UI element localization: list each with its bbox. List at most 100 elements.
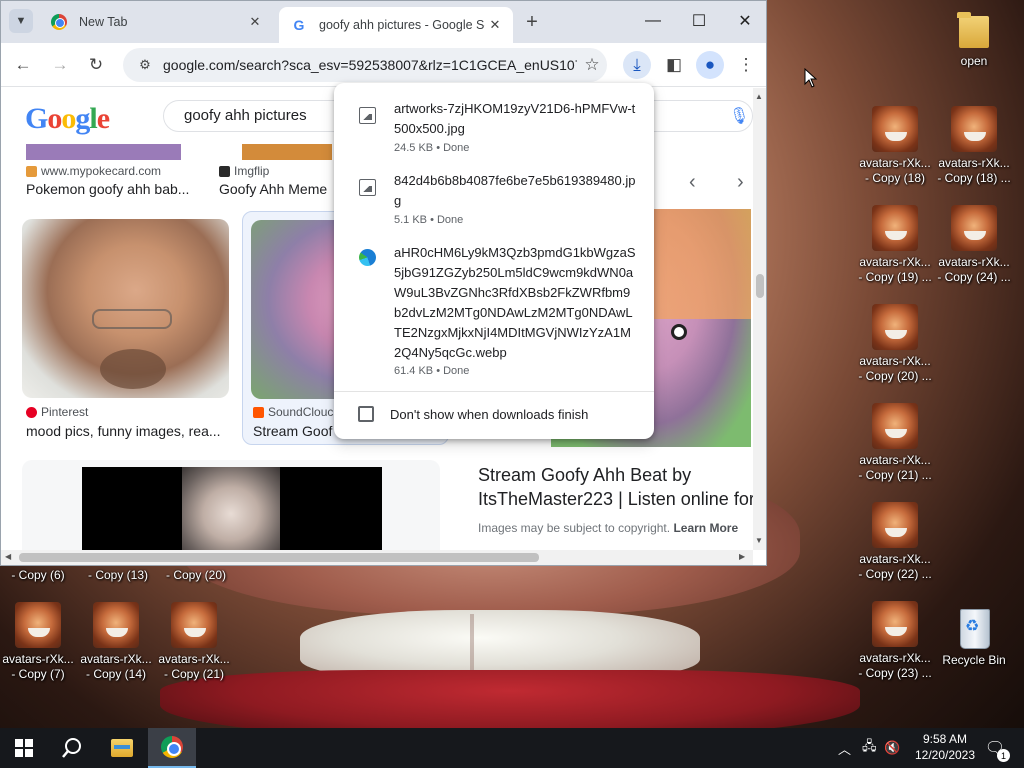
result-title[interactable]: Pokemon goofy ahh bab... bbox=[26, 181, 206, 197]
arrow-left-icon: ← bbox=[14, 55, 32, 74]
back-button[interactable]: ← bbox=[9, 51, 37, 79]
dont-show-label[interactable]: Don't show when downloads finish bbox=[390, 407, 588, 422]
desktop-icon-label: avatars-rXk... bbox=[158, 652, 230, 666]
action-center-button[interactable]: 🗨 1 bbox=[980, 736, 1010, 762]
scroll-right-icon[interactable]: ▶ bbox=[739, 552, 745, 561]
result-source[interactable]: www.mypokecard.com bbox=[26, 164, 161, 178]
scroll-down-icon[interactable]: ▼ bbox=[755, 536, 763, 545]
desktop-icon-avatar[interactable]: avatars-rXk... - Copy (14) bbox=[78, 602, 154, 682]
url-text[interactable]: google.com/search?sca_esv=592538007&rlz=… bbox=[163, 57, 577, 73]
reload-icon: ↻ bbox=[88, 55, 104, 74]
result-title[interactable]: mood pics, funny images, rea... bbox=[26, 423, 226, 439]
minimize-button[interactable]: — bbox=[630, 7, 676, 35]
system-clock[interactable]: 9:58 AM 12/20/2023 bbox=[905, 731, 985, 763]
volume-muted-icon[interactable]: 🔇 bbox=[884, 728, 900, 768]
download-filename: aHR0cHM6Ly9kM3Qzb3pmdG1kbWgzaS5jbG91ZGZy… bbox=[394, 245, 636, 360]
tab-title: New Tab bbox=[79, 15, 128, 29]
show-hidden-icons-button[interactable]: ︿ bbox=[838, 728, 851, 768]
result-title[interactable]: Stream Goof bbox=[253, 423, 333, 439]
downloads-button[interactable]: ⤓ bbox=[623, 51, 651, 79]
desktop-icon-label: - Copy (20) ... bbox=[858, 369, 932, 383]
tab-new-tab[interactable]: New Tab ✕ bbox=[41, 5, 273, 39]
side-panel-button[interactable]: ◧ bbox=[660, 51, 688, 79]
profile-button[interactable]: ● bbox=[696, 51, 724, 79]
address-bar[interactable]: ⚙ google.com/search?sca_esv=592538007&rl… bbox=[123, 48, 607, 82]
tab-google-search[interactable]: G goofy ahh pictures - Google Se ✕ bbox=[279, 7, 513, 43]
window-close-button[interactable]: ✕ bbox=[722, 7, 766, 35]
image-file-icon bbox=[359, 107, 376, 124]
scrollbar-thumb[interactable] bbox=[756, 274, 764, 298]
preview-title[interactable]: Stream Goofy Ahh Beat by ItsTheMaster223… bbox=[478, 463, 753, 511]
close-icon[interactable]: ✕ bbox=[245, 12, 265, 32]
taskbar-file-explorer[interactable] bbox=[98, 728, 146, 768]
forward-button[interactable]: → bbox=[46, 51, 74, 79]
desktop-icon-avatar[interactable]: avatars-rXk... - Copy (7) bbox=[0, 602, 76, 682]
start-button[interactable] bbox=[0, 728, 48, 768]
desktop-icon-label: avatars-rXk... bbox=[859, 156, 931, 170]
desktop-icon-avatar[interactable]: avatars-rXk... - Copy (18) bbox=[857, 106, 933, 186]
result-title[interactable]: Goofy Ahh Meme bbox=[219, 181, 331, 197]
desktop-icon-avatar[interactable]: avatars-rXk... - Copy (20) ... bbox=[857, 304, 933, 384]
google-logo[interactable]: Google bbox=[25, 102, 110, 136]
scroll-up-icon[interactable]: ▲ bbox=[755, 92, 763, 101]
taskbar-search-button[interactable] bbox=[48, 728, 96, 768]
taskbar-chrome[interactable] bbox=[148, 728, 196, 768]
vertical-scrollbar[interactable]: ▲ ▼ bbox=[753, 88, 766, 550]
desktop-icon-avatar[interactable]: avatars-rXk... - Copy (21) ... bbox=[857, 403, 933, 483]
result-source[interactable]: Imgflip bbox=[219, 164, 269, 178]
dont-show-checkbox[interactable] bbox=[358, 406, 374, 422]
bookmark-star-icon[interactable]: ☆ bbox=[577, 55, 607, 75]
clock-date: 12/20/2023 bbox=[914, 748, 976, 762]
desktop-icon-recycle-bin[interactable]: Recycle Bin bbox=[936, 603, 1012, 668]
scrollbar-thumb[interactable] bbox=[19, 553, 539, 562]
desktop-icon-avatar[interactable]: avatars-rXk... - Copy (21) bbox=[156, 602, 232, 682]
desktop-icon-label: avatars-rXk... bbox=[80, 652, 152, 666]
download-status: 24.5 KB • Done bbox=[394, 142, 470, 154]
result-video-card[interactable] bbox=[22, 460, 440, 550]
desktop-icon-avatar[interactable]: avatars-rXk... - Copy (24) ... bbox=[936, 205, 1012, 285]
close-icon[interactable]: ✕ bbox=[485, 15, 505, 35]
windows-logo-icon bbox=[15, 739, 33, 757]
desktop-icon-label: avatars-rXk... bbox=[859, 255, 931, 269]
desktop-icon-label: avatars-rXk... bbox=[859, 354, 931, 368]
new-tab-button[interactable]: + bbox=[521, 11, 543, 33]
image-file-icon bbox=[872, 205, 918, 251]
tab-search-button[interactable]: ▼ bbox=[9, 9, 33, 33]
avatar-icon: ● bbox=[704, 55, 716, 74]
desktop-icon-avatar[interactable]: avatars-rXk... - Copy (23) ... bbox=[857, 601, 933, 681]
microphone-icon[interactable]: 🎙 bbox=[729, 106, 749, 126]
chevron-up-icon: ︿ bbox=[838, 741, 852, 757]
desktop-icon-label: avatars-rXk... bbox=[859, 552, 931, 566]
result-source[interactable]: SoundClouc bbox=[253, 405, 333, 419]
scroll-left-icon[interactable]: ◀ bbox=[5, 552, 11, 561]
network-icon[interactable]: 🖧 bbox=[862, 728, 877, 768]
desktop-icon-open-folder[interactable]: open bbox=[936, 10, 1012, 69]
maximize-button[interactable]: ☐ bbox=[676, 7, 722, 35]
desktop-icon-avatar[interactable]: avatars-rXk... - Copy (19) ... bbox=[857, 205, 933, 285]
result-image-thumbnail[interactable] bbox=[26, 144, 181, 160]
result-video-thumbnail bbox=[82, 467, 382, 550]
desktop-icon-label[interactable]: - Copy (6) bbox=[0, 568, 76, 583]
desktop-icon-label: - Copy (22) ... bbox=[858, 567, 932, 581]
clock-time: 9:58 AM bbox=[922, 732, 968, 746]
chevron-left-icon[interactable]: ‹ bbox=[689, 171, 696, 194]
desktop-icon-avatar[interactable]: avatars-rXk... - Copy (22) ... bbox=[857, 502, 933, 582]
result-image-thumbnail[interactable] bbox=[242, 144, 332, 160]
copyright-notice: Images may be subject to copyright. Lear… bbox=[478, 521, 739, 535]
download-icon: ⤓ bbox=[633, 55, 641, 74]
desktop-icon-label[interactable]: - Copy (13) bbox=[80, 568, 156, 583]
result-image-heisenberg[interactable] bbox=[22, 219, 229, 398]
google-icon: G bbox=[293, 17, 305, 33]
result-source[interactable]: Pinterest bbox=[26, 405, 88, 419]
chevron-right-icon[interactable]: › bbox=[737, 171, 744, 194]
desktop-icon-avatar[interactable]: avatars-rXk... - Copy (18) ... bbox=[936, 106, 1012, 186]
learn-more-link[interactable]: Learn More bbox=[673, 521, 738, 535]
horizontal-scrollbar[interactable]: ◀ ▶ bbox=[1, 550, 753, 565]
menu-button[interactable]: ⋮ bbox=[732, 51, 760, 79]
more-vert-icon: ⋮ bbox=[737, 55, 755, 74]
soundcloud-icon bbox=[253, 406, 264, 418]
reload-button[interactable]: ↻ bbox=[82, 51, 110, 79]
site-settings-icon[interactable]: ⚙ bbox=[131, 57, 159, 73]
desktop-icon-label[interactable]: - Copy (20) bbox=[158, 568, 234, 583]
desktop-icon-label: avatars-rXk... bbox=[859, 651, 931, 665]
